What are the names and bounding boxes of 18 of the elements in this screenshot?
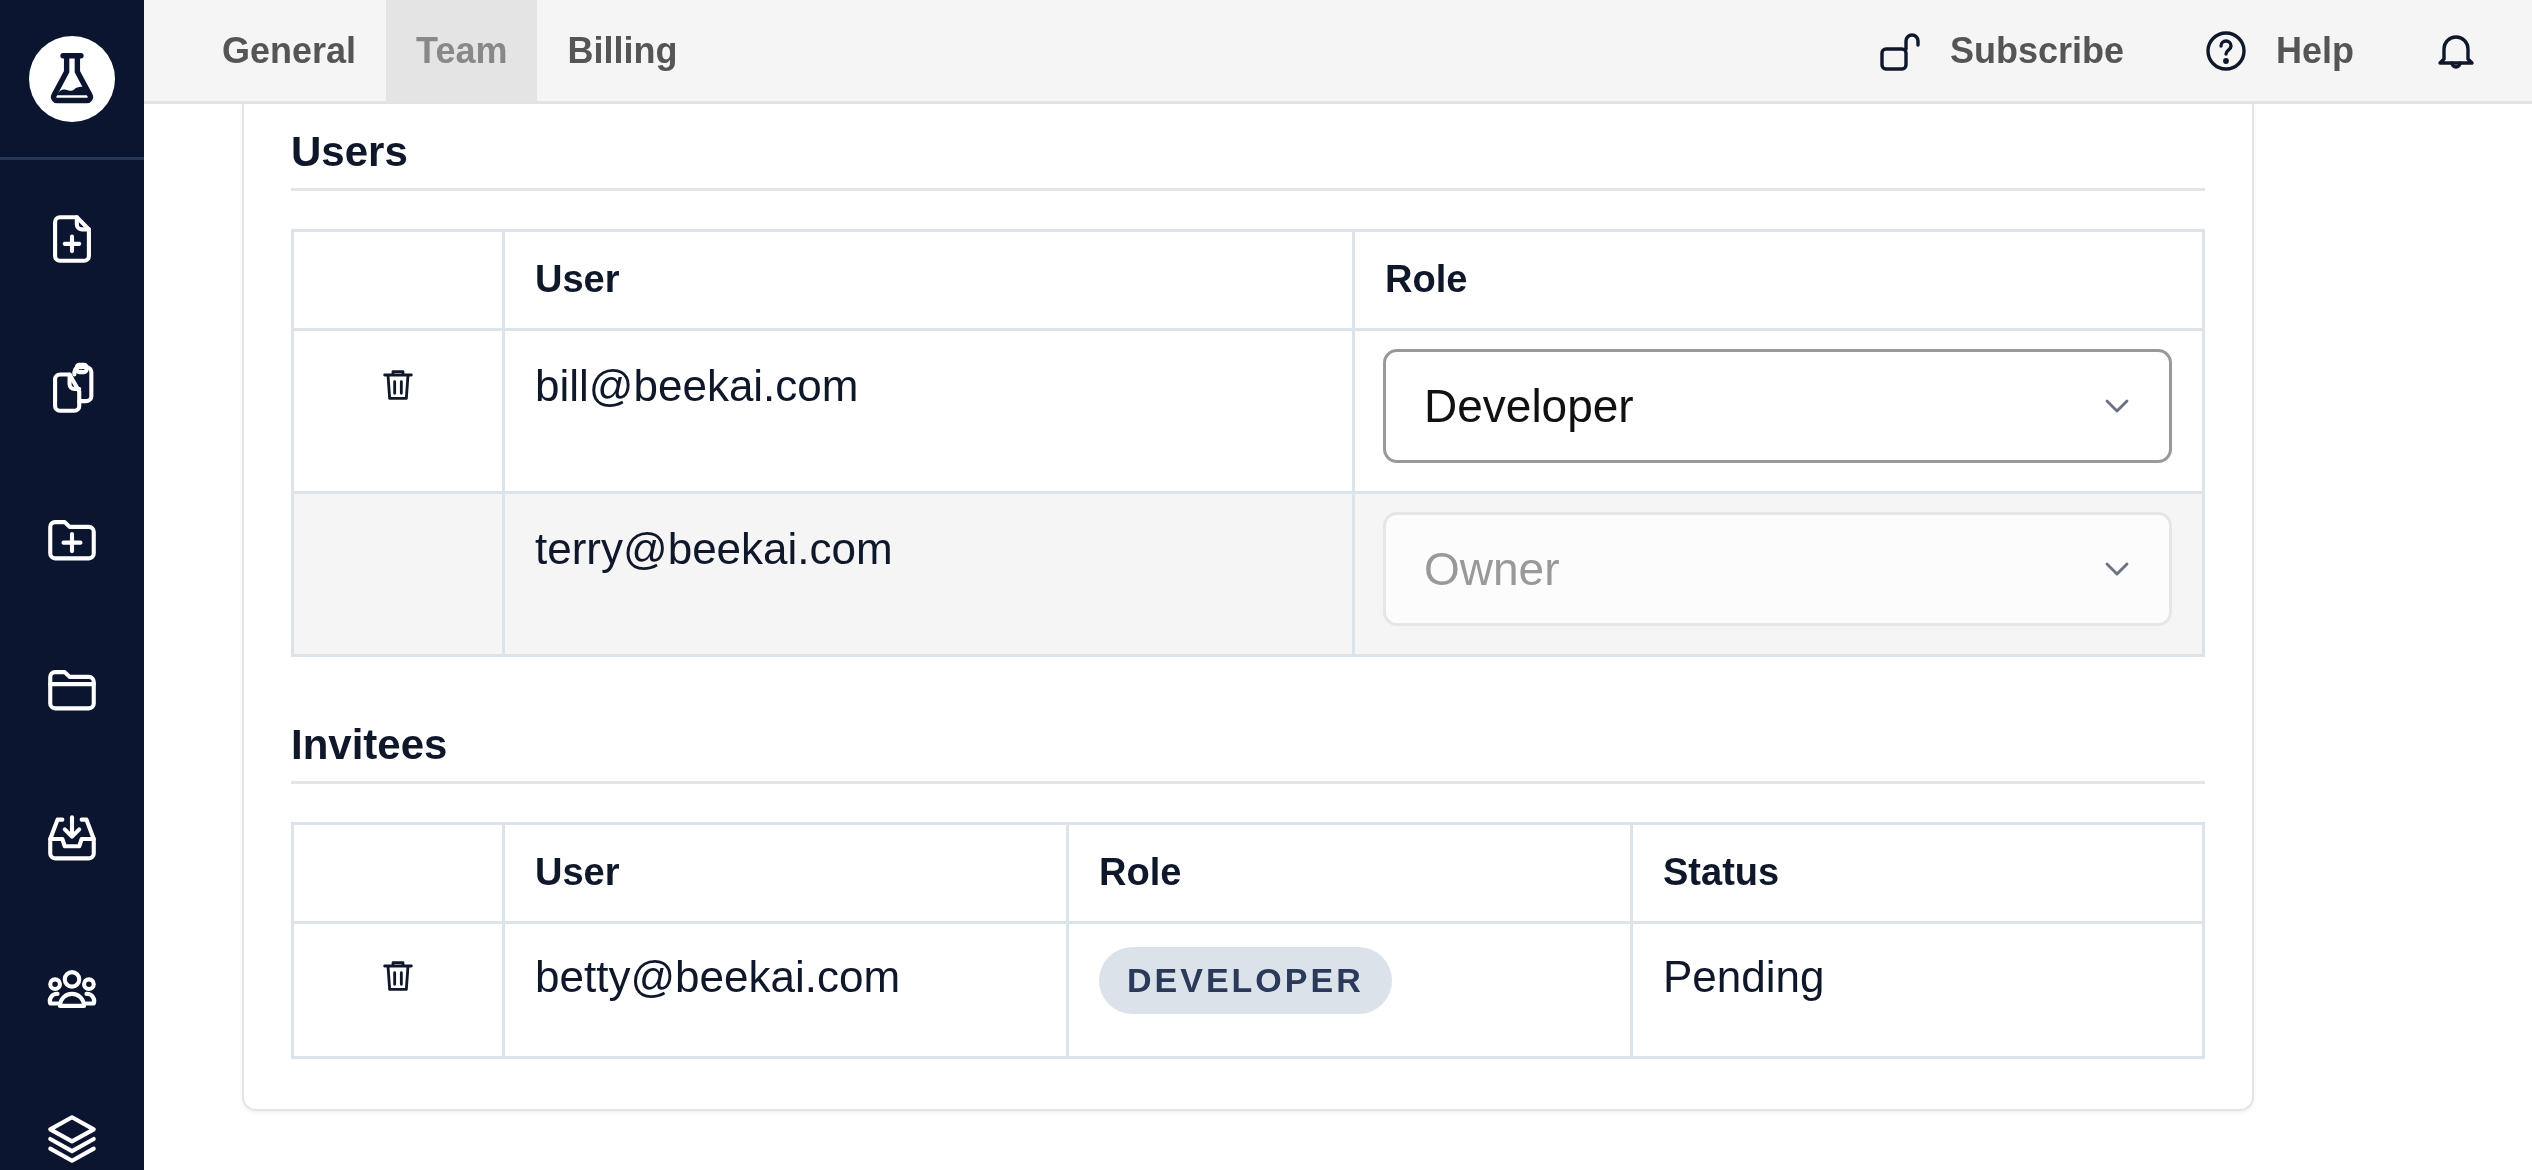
section-heading: Invitees	[291, 717, 2205, 784]
tab[interactable]: Billing	[537, 0, 708, 101]
table-cell: Pending	[1631, 922, 2204, 1058]
column-header: Status	[1631, 823, 2204, 923]
table-cell: betty@beekai.com	[503, 922, 1068, 1058]
flask-logo-icon[interactable]	[29, 35, 115, 122]
section-heading: Users	[291, 124, 2205, 191]
table-cell: terry@beekai.com	[503, 492, 1354, 656]
role-dropdown[interactable]: Developer	[1383, 349, 2172, 463]
column-header: User	[503, 823, 1068, 923]
column-header: User	[503, 230, 1354, 330]
help-button[interactable]: Help	[2202, 0, 2354, 101]
role-badge: DEVELOPER	[1099, 947, 1392, 1014]
column-header: Role	[1353, 230, 2204, 330]
column-header: Role	[1067, 823, 1632, 923]
role-dropdown: Owner	[1383, 512, 2172, 626]
subscribe-button[interactable]: Subscribe	[1875, 0, 2124, 101]
tab[interactable]: General	[192, 0, 387, 101]
